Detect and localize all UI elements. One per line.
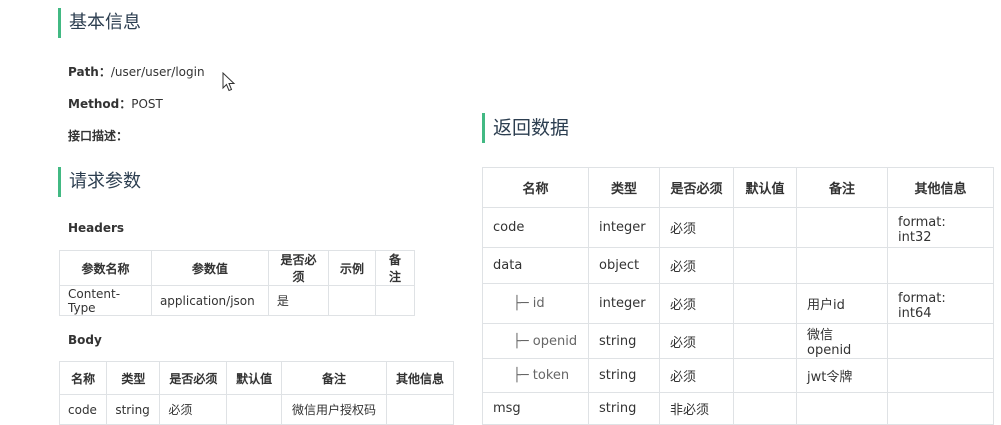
- table-row: Content-Type application/json 是: [59, 285, 416, 316]
- body-cell-default: [226, 394, 282, 425]
- response-cell-type: integer: [588, 283, 660, 324]
- body-col-default: 默认值: [226, 361, 282, 395]
- headers-col-example: 示例: [328, 250, 376, 286]
- section-title-request-params: 请求参数: [58, 167, 141, 197]
- body-cell-required: 必须: [159, 394, 228, 425]
- response-cell-default: [733, 358, 797, 393]
- headers-col-param-value: 参数值: [150, 250, 269, 286]
- section-title-response-data: 返回数据: [482, 113, 569, 143]
- response-cell-remark: jwt令牌: [796, 358, 888, 393]
- response-cell-type: integer: [588, 207, 660, 248]
- headers-cell-example: [328, 285, 376, 316]
- headers-col-remark: 备注: [374, 250, 416, 286]
- body-col-remark: 备注: [280, 361, 387, 395]
- response-cell-name: msg: [482, 392, 589, 425]
- response-cell-remark: 用户id: [796, 283, 888, 324]
- response-cell-name: ├─ openid: [482, 323, 589, 359]
- response-cell-other: format: int64: [887, 283, 994, 324]
- response-col-required: 是否必须: [659, 167, 734, 208]
- response-cell-type: string: [588, 323, 660, 359]
- response-col-default: 默认值: [733, 167, 797, 208]
- headers-col-required: 是否必须: [267, 250, 330, 286]
- response-cell-required: 非必须: [659, 392, 734, 425]
- response-cell-remark: [796, 207, 888, 248]
- body-cell-other: [385, 394, 455, 425]
- response-cell-remark: [796, 247, 888, 284]
- response-cell-name: ├─ id: [482, 283, 589, 324]
- headers-cell-required: 是: [267, 285, 330, 316]
- description-label: 接口描述：: [68, 129, 129, 143]
- headers-cell-name: Content-Type: [59, 285, 152, 316]
- response-cell-type: object: [588, 247, 660, 284]
- response-cell-type: string: [588, 392, 660, 425]
- table-row: code integer 必须 format: int32: [482, 207, 994, 248]
- response-cell-name: ├─ token: [482, 358, 589, 393]
- method-line: Method：POST: [68, 95, 163, 112]
- method-value: POST: [131, 97, 163, 111]
- response-col-remark: 备注: [796, 167, 888, 208]
- headers-cell-value: application/json: [150, 285, 269, 316]
- response-cell-required: 必须: [659, 207, 734, 248]
- response-cell-required: 必须: [659, 283, 734, 324]
- response-cell-name: code: [482, 207, 589, 248]
- section-title-basic-info: 基本信息: [58, 8, 141, 38]
- path-line: Path：/user/user/login: [68, 63, 205, 80]
- table-row: data object 必须: [482, 247, 994, 284]
- response-cell-required: 必须: [659, 323, 734, 359]
- body-table-header-row: 名称 类型 是否必须 默认值 备注 其他信息: [58, 361, 455, 395]
- response-cell-default: [733, 247, 797, 284]
- headers-cell-remark: [374, 285, 416, 316]
- table-row: msg string 非必须: [482, 392, 994, 425]
- response-cell-type: string: [588, 358, 660, 393]
- response-col-other: 其他信息: [887, 167, 994, 208]
- response-cell-default: [733, 323, 797, 359]
- headers-col-param-name: 参数名称: [59, 250, 152, 286]
- response-col-type: 类型: [588, 167, 660, 208]
- table-row: ├─ openid string 必须 微信openid: [482, 323, 994, 359]
- response-cell-other: [887, 323, 994, 359]
- description-line: 接口描述：: [68, 127, 128, 144]
- body-col-name: 名称: [58, 361, 108, 395]
- response-cell-required: 必须: [659, 358, 734, 393]
- path-label: Path：: [68, 65, 111, 79]
- body-col-required: 是否必须: [159, 361, 228, 395]
- headers-table: 参数名称 参数值 是否必须 示例 备注 Content-Type applica…: [59, 250, 416, 316]
- body-col-type: 类型: [106, 361, 161, 395]
- response-cell-other: [887, 358, 994, 393]
- body-cell-name: code: [58, 394, 108, 425]
- response-cell-remark: 微信openid: [796, 323, 888, 359]
- response-cell-other: [887, 392, 994, 425]
- mouse-pointer-icon: [222, 72, 236, 92]
- body-col-other: 其他信息: [385, 361, 455, 395]
- response-cell-other: format: int32: [887, 207, 994, 248]
- response-cell-default: [733, 207, 797, 248]
- method-label: Method：: [68, 97, 132, 111]
- path-value: /user/user/login: [110, 65, 205, 79]
- body-label: Body: [68, 333, 102, 347]
- body-cell-remark: 微信用户授权码: [280, 394, 387, 425]
- response-cell-required: 必须: [659, 247, 734, 284]
- response-table-header-row: 名称 类型 是否必须 默认值 备注 其他信息: [482, 167, 994, 208]
- response-cell-other: [887, 247, 994, 284]
- response-cell-remark: [796, 392, 888, 425]
- body-cell-type: string: [106, 394, 161, 425]
- response-col-name: 名称: [482, 167, 589, 208]
- table-row: ├─ id integer 必须 用户id format: int64: [482, 283, 994, 324]
- headers-label: Headers: [68, 221, 125, 235]
- response-cell-default: [733, 283, 797, 324]
- table-row: code string 必须 微信用户授权码: [58, 394, 455, 425]
- response-cell-name: data: [482, 247, 589, 284]
- table-row: ├─ token string 必须 jwt令牌: [482, 358, 994, 393]
- body-table: 名称 类型 是否必须 默认值 备注 其他信息 code string 必须 微信…: [58, 361, 455, 425]
- response-cell-default: [733, 392, 797, 425]
- headers-table-header-row: 参数名称 参数值 是否必须 示例 备注: [59, 250, 416, 286]
- response-table: 名称 类型 是否必须 默认值 备注 其他信息 code integer 必须 f…: [482, 167, 994, 425]
